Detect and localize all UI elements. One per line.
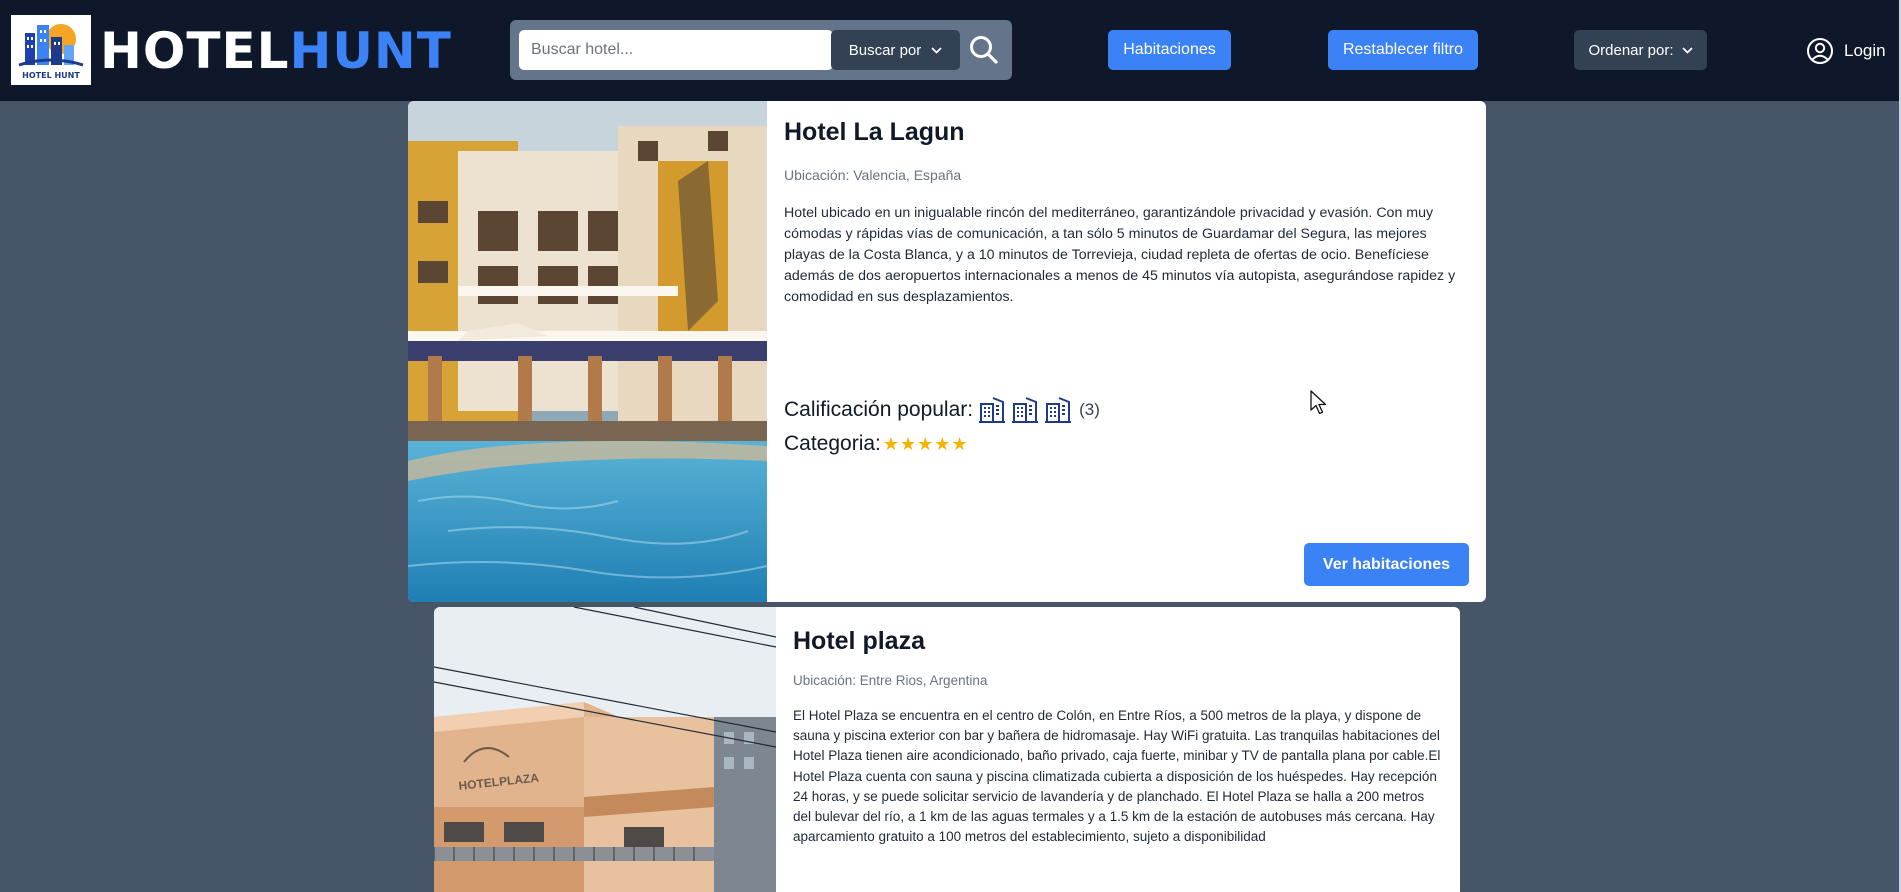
brand-wordmark[interactable]: HOTELHUNT <box>100 18 452 84</box>
rooms-button[interactable]: Habitaciones <box>1108 30 1231 70</box>
brand-hotel-text: HOTEL <box>100 22 290 80</box>
building-icon <box>979 397 1006 423</box>
top-navbar: HOTEL HUNT HOTELHUNT Buscar por Habitaci… <box>0 0 1899 101</box>
search-input[interactable] <box>519 30 833 70</box>
hotel-description: El Hotel Plaza se encuentra en el centro… <box>793 708 1441 845</box>
hotel-name[interactable]: Hotel La Lagun <box>784 118 965 147</box>
hotel-category: Categoria: ★★★★★ <box>784 432 969 456</box>
search-bar: Buscar por <box>510 20 1012 80</box>
building-icon <box>1012 397 1039 423</box>
hotel-card-body: Hotel plaza Ubicación: Entre Rios, Argen… <box>776 607 1460 892</box>
hotel-location: Ubicación: Entre Rios, Argentina <box>793 673 988 688</box>
login-label: Login <box>1844 41 1886 60</box>
popular-rating: Calificación popular: (3) <box>784 396 1100 424</box>
search-icon[interactable] <box>967 33 1001 67</box>
hotelhunt-logo[interactable]: HOTEL HUNT <box>11 15 91 85</box>
rating-count: (3) <box>1079 400 1100 419</box>
hotel-description: Hotel ubicado en un inigualable rincón d… <box>784 205 1456 305</box>
hotel-name[interactable]: Hotel plaza <box>793 627 925 656</box>
hotel-photo[interactable]: HOTELPLAZA <box>434 607 776 892</box>
category-label: Categoria: <box>784 432 881 455</box>
logo-buildings-icon <box>18 24 84 67</box>
star-rating-icon: ★★★★★ <box>882 433 969 454</box>
logo-caption: HOTEL HUNT <box>22 71 80 80</box>
reset-filter-button[interactable]: Restablecer filtro <box>1328 30 1478 70</box>
user-circle-icon <box>1807 38 1833 64</box>
search-by-dropdown[interactable]: Buscar por <box>831 30 960 70</box>
chevron-down-icon <box>1681 46 1693 54</box>
search-by-label: Buscar por <box>848 41 922 59</box>
hotel-card: Hotel La Lagun Ubicación: Valencia, Espa… <box>408 101 1486 602</box>
chevron-down-icon <box>931 46 942 54</box>
order-by-label: Ordenar por: <box>1588 41 1674 59</box>
login-button[interactable]: Login <box>1806 36 1886 66</box>
rating-label: Calificación popular: <box>784 398 974 421</box>
hotel-card-body: Hotel La Lagun Ubicación: Valencia, Espa… <box>767 101 1486 602</box>
hotel-location: Ubicación: Valencia, España <box>784 167 962 183</box>
order-by-dropdown[interactable]: Ordenar por: <box>1574 30 1707 70</box>
hotel-photo[interactable] <box>408 101 767 602</box>
brand-hunt-text: HUNT <box>289 22 452 80</box>
view-rooms-button[interactable]: Ver habitaciones <box>1304 543 1469 586</box>
hotel-card: HOTELPLAZA Hotel plaza Ubicación: Entre … <box>434 607 1460 892</box>
building-icon <box>1045 397 1072 423</box>
